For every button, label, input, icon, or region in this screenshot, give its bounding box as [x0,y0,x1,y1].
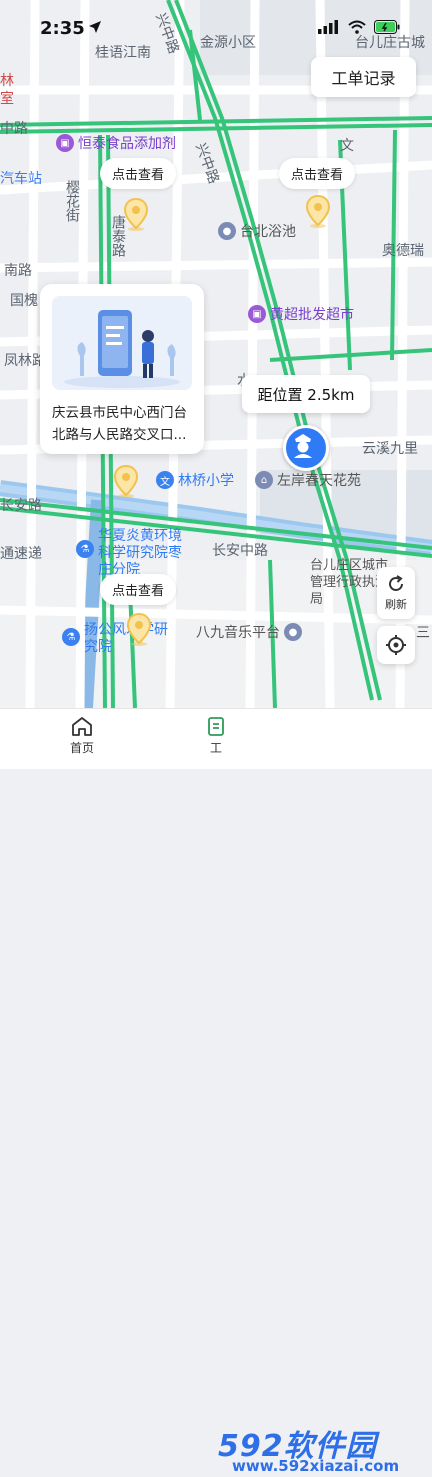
crosshair-icon [386,635,406,655]
status-bar: 2:35 [0,0,432,56]
poi-zuoan[interactable]: ⌂ 左岸春天花苑 [255,470,361,490]
tab-home[interactable]: 首页 [42,715,122,756]
home-icon [72,717,92,736]
road-label: 樱花街 [64,180,80,222]
tab-home-label: 首页 [69,741,94,755]
location-icon: ● [284,623,302,641]
location-arrow-icon [89,21,101,33]
view-details-bubble[interactable]: 点击查看 [100,158,177,189]
pin-icon[interactable] [304,194,332,228]
location-address: 庆云县市民中心西门台北路与人民路交叉口... [52,405,187,443]
status-time: 2:35 [40,18,85,39]
tab-work[interactable]: 工 [176,715,256,756]
wifi-icon [348,20,366,34]
poi-label: 黄超批发超市 [270,307,354,323]
bottom-tab-bar: 首页 工 592软件园 www.592xiazai.com [0,708,432,1475]
shop-icon: ▣ [56,134,74,152]
distance-bubble: 距位置 2.5km [242,375,370,413]
shop-icon: ▣ [248,305,266,323]
work-order-records-button[interactable]: 工单记录 [311,57,416,97]
school-icon: 文 [156,471,174,489]
poi-label: 台北浴池 [240,224,296,240]
road-label: 通速递 [0,546,42,562]
location-icon: ● [218,222,236,240]
road-label: 中路 [0,121,28,137]
poi-label: 左岸春天花苑 [277,473,361,489]
poi-linqiao[interactable]: 文 林桥小学 [156,470,234,490]
pin-icon[interactable] [125,612,153,646]
poi-hengtai[interactable]: ▣ 恒泰食品添加剂 [56,133,176,153]
poi-label: 恒泰食品添加剂 [78,136,176,152]
lab-icon: ⚗ [76,540,94,558]
poi-taibei[interactable]: ● 台北浴池 [218,221,296,241]
road-label: 奥德瑞 [382,243,424,259]
status-icons [318,20,400,34]
watermark-url: www.592xiazai.com [232,1457,400,1475]
police-officer-icon[interactable] [283,425,329,471]
road-label: 文 [340,138,354,154]
view-details-bubble[interactable]: 点击查看 [100,574,177,605]
signal-icon [318,20,338,34]
pin-icon[interactable] [112,464,140,498]
lab-icon: ⚗ [62,628,80,646]
road-label: 南路 [4,263,32,279]
poi-bajiu[interactable]: 八九音乐平台 ● [196,622,302,642]
road-label: 长安路 [0,498,42,514]
card-illustration [52,296,192,390]
road-label: 林 [0,73,14,89]
work-order-icon [208,717,224,736]
road-label: 室 [0,91,14,107]
poi-label: 华夏炎黄环境科学研究院枣庄分院 [98,528,182,578]
view-details-bubble[interactable]: 点击查看 [279,158,356,189]
poi-label: 八九音乐平台 [196,625,280,641]
road-label: 国槐 [10,293,38,309]
location-info-card[interactable]: 庆云县市民中心西门台北路与人民路交叉口... [40,284,204,454]
tab-work-label: 工 [209,741,222,755]
poi-san[interactable]: 三 [416,622,430,642]
poi-huangchao[interactable]: ▣ 黄超批发超市 [248,304,354,324]
poi-label: 三 [416,625,430,641]
refresh-label: 刷新 [385,598,407,611]
pin-icon[interactable] [122,197,150,231]
poi-label: 林桥小学 [178,473,234,489]
refresh-button[interactable]: 刷新 [377,567,415,619]
road-label: 汽车站 [0,171,42,187]
locate-button[interactable] [377,626,415,664]
road-label: 长安中路 [212,543,268,559]
watermark: 592软件园 www.592xiazai.com [218,1419,432,1477]
battery-icon [374,20,400,34]
home-icon: ⌂ [255,471,273,489]
refresh-icon [389,575,403,591]
poi-huaxia[interactable]: ⚗ 华夏炎黄环境科学研究院枣庄分院 [76,528,188,579]
road-label: 云溪九里 [362,441,418,457]
